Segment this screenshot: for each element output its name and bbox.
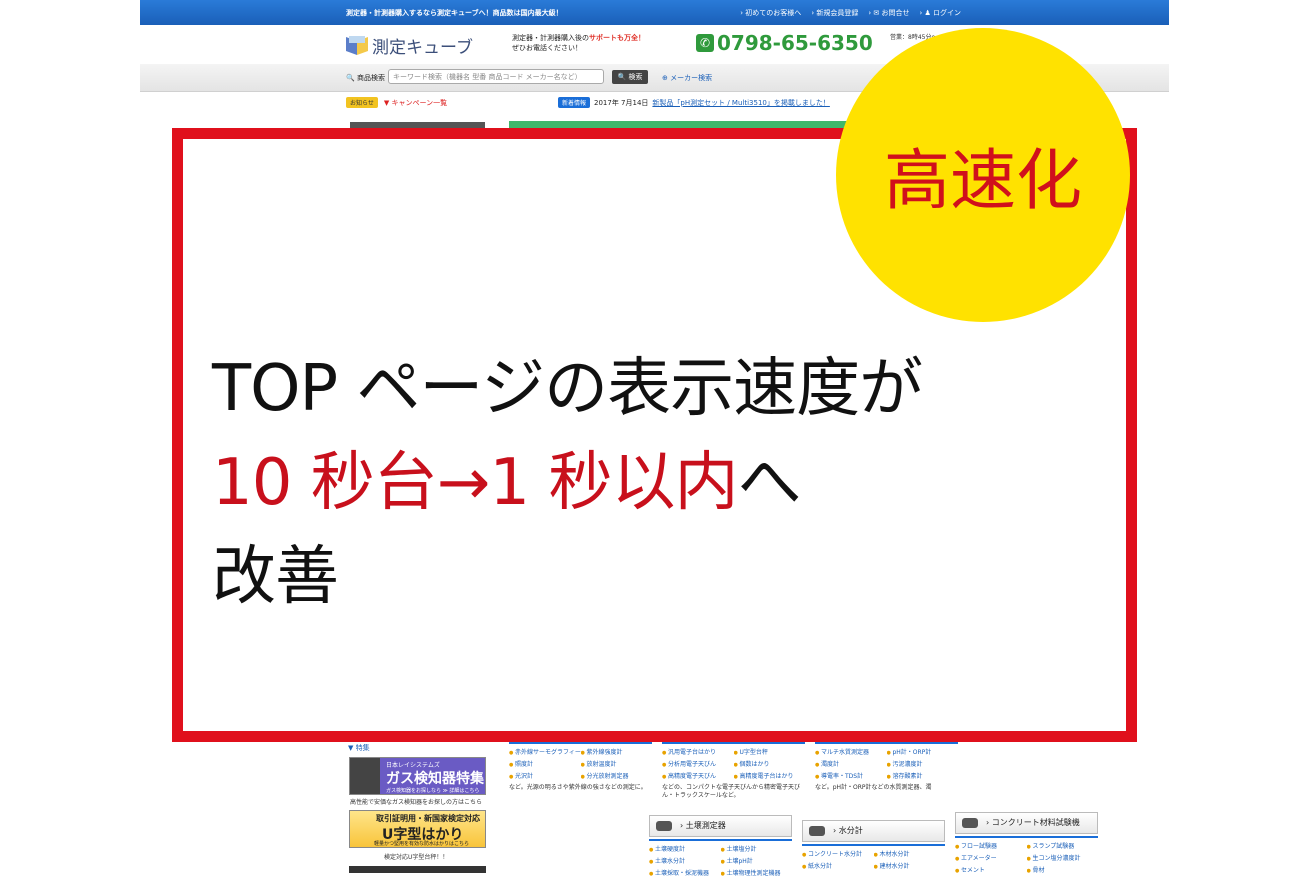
category-link[interactable]: 溶存酸素計	[887, 771, 959, 780]
link-login[interactable]: › ♟ ログイン	[919, 8, 961, 18]
logo-text: 測定キューブ	[372, 38, 473, 58]
category-link[interactable]: 汚泥濃度計	[887, 759, 959, 768]
maker-search-link[interactable]: ⊕ メーカー検索	[662, 73, 712, 83]
category-link[interactable]: 分光放射測定器	[581, 771, 653, 780]
campaign-link[interactable]: ▼ キャンペーン一覧	[384, 98, 447, 108]
category-link[interactable]: 照度計	[509, 759, 581, 768]
category-light-list: 赤外線サーモグラフィー 紫外線強度計 照度計 放射温度計 光沢計 分光放射測定器…	[509, 742, 652, 792]
link-register[interactable]: › 新規会員登録	[811, 8, 858, 18]
gas-detector-banner[interactable]: 日本レイシステムズ ガス検知器特集 ガス検知器をお探しなら ≫ 詳細はこちら	[349, 757, 486, 795]
category-link[interactable]: 濁度計	[815, 759, 887, 768]
top-bar: 測定器・計測器購入するなら測定キューブへ！商品数は国内最大級！ › 初めてのお客…	[140, 0, 1169, 25]
headline-line3: 改善	[212, 540, 339, 614]
category-desc: など。光源の明るさや紫外線の強さなどの測定に。	[509, 784, 647, 791]
link-contact[interactable]: › ✉ お問合せ	[868, 8, 909, 18]
category-link[interactable]: スランプ試験器	[1027, 841, 1099, 850]
search-label: 🔍 商品検索	[346, 74, 385, 82]
tagline: 測定器・計測器購入するなら測定キューブへ！商品数は国内最大級！	[346, 9, 563, 17]
meter-icon	[809, 826, 825, 836]
notice-row: お知らせ ▼ キャンペーン一覧	[346, 97, 447, 108]
category-moisture-list: コンクリート水分計 木材水分計 紙水分計 建材水分計	[802, 844, 945, 870]
news-row: 新着情報 2017年 7月14日 新製品「pH測定セット / Multi3510…	[558, 97, 830, 108]
link-first-visit[interactable]: › 初めてのお客様へ	[740, 8, 801, 18]
category-link[interactable]: 高精度電子天びん	[662, 771, 734, 780]
news-date: 2017年 7月14日	[594, 98, 649, 107]
category-link[interactable]: 汎用電子台はかり	[662, 747, 734, 756]
banner1-sub: ガス検知器をお探しなら ≫ 詳細はこちら	[386, 788, 480, 794]
probe-icon	[656, 821, 672, 831]
category-link[interactable]: マルチ水質測定器	[815, 747, 887, 756]
search-button[interactable]: 🔍 検索	[612, 70, 648, 84]
banner2-sub: 軽量かつ堅用を有効な防水はかりはこちら	[374, 841, 470, 847]
category-link[interactable]: 分析用電子天びん	[662, 759, 734, 768]
category-link[interactable]: 土壌塩分計	[721, 844, 793, 853]
category-soil-list: 土壌硬度計 土壌塩分計 土壌水分計 土壌pH計 土壌採取・採泥機器 土壌物理性測…	[649, 839, 792, 877]
speedup-badge-text: 高速化	[884, 142, 1082, 219]
feature-title: ▼ 特集	[348, 744, 370, 752]
overlay-headline: TOP ページの表示速度が 10 秒台→1 秒以内へ 改善	[212, 342, 923, 624]
news-badge: 新着情報	[558, 97, 591, 108]
category-link[interactable]: 生コン塩分濃度計	[1027, 853, 1099, 862]
moisture-meter-header[interactable]: › 水分計	[802, 820, 945, 842]
concrete-tester-title: コンクリート材料試験機	[991, 818, 1080, 827]
info-badge: お知らせ	[346, 97, 378, 108]
soil-meter-header[interactable]: › 土壌測定器	[649, 815, 792, 837]
tester-icon	[962, 818, 978, 828]
headline-highlight: 10 秒台→1 秒以内	[212, 446, 738, 520]
support-message: 測定器・計測器購入後のサポートも万全！ ぜひお電話ください！	[512, 33, 645, 53]
support-line2: ぜひお電話ください！	[512, 44, 582, 52]
category-link[interactable]: 光沢計	[509, 771, 581, 780]
top-links: › 初めてのお客様へ › 新規会員登録 › ✉ お問合せ › ♟ ログイン	[740, 8, 961, 18]
concrete-tester-header[interactable]: › コンクリート材料試験機	[955, 812, 1098, 834]
headline-line1: TOP ページの表示速度が	[212, 352, 923, 426]
soil-meter-title: 土壌測定器	[685, 821, 726, 830]
news-link[interactable]: 新製品「pH測定セット / Multi3510」を掲載しました！	[652, 98, 829, 108]
category-link[interactable]: 高精度電子台はかり	[734, 771, 806, 780]
category-link[interactable]: 導電率・TDS計	[815, 771, 887, 780]
banner2-caption: 検定対応U字型台秤！！	[384, 854, 449, 861]
category-link[interactable]: 赤外線サーモグラフィー	[509, 747, 581, 756]
headline-line2-tail: へ	[737, 446, 801, 520]
category-desc: などの、コンパクトな電子天びんから精密電子天びん・トラックスケールなど。	[662, 784, 801, 799]
category-link[interactable]: 建材水分計	[874, 861, 946, 870]
category-link[interactable]: pH計・ORP計	[887, 747, 959, 756]
next-banner[interactable]	[349, 866, 486, 873]
category-link[interactable]: 放射温度計	[581, 759, 653, 768]
category-link[interactable]: 土壌硬度計	[649, 844, 721, 853]
category-link[interactable]: 紙水分計	[802, 861, 874, 870]
u-scale-banner[interactable]: 取引証明用・新国家検定対応 U字型はかり 軽量かつ堅用を有効な防水はかりはこちら	[349, 810, 486, 848]
moisture-meter-title: 水分計	[838, 826, 863, 835]
category-scale-list: 汎用電子台はかり U字型台秤 分析用電子天びん 個数はかり 高精度電子天びん 高…	[662, 742, 805, 800]
category-link[interactable]: U字型台秤	[734, 747, 806, 756]
cube-logo-icon	[346, 35, 368, 56]
category-link[interactable]: 紫外線強度計	[581, 747, 653, 756]
search-input[interactable]: キーワード検索（機器名 型番 商品コード メーカー名など）	[388, 69, 604, 84]
headline-line2: 10 秒台→1 秒以内へ	[212, 436, 922, 530]
banner2-title1: 取引証明用・新国家検定対応	[376, 814, 480, 823]
support-line1: 測定器・計測器購入後の	[512, 34, 589, 42]
category-water-list: マルチ水質測定器 pH計・ORP計 濁度計 汚泥濃度計 導電率・TDS計 溶存酸…	[815, 742, 958, 792]
phone-icon: ✆	[696, 34, 714, 52]
category-link[interactable]: エアメーター	[955, 853, 1027, 862]
banner1-caption: 高性能で安価なガス検知器をお探しの方はこちら	[350, 799, 483, 806]
category-link[interactable]: 土壌水分計	[649, 856, 721, 865]
site-logo[interactable]: 測定キューブ	[346, 33, 473, 58]
support-highlight: サポートも万全！	[589, 34, 645, 42]
category-desc: など。pH計・ORP計などの水質測定器、濁	[815, 784, 932, 791]
category-link[interactable]: 土壌pH計	[721, 856, 793, 865]
category-link[interactable]: 木材水分計	[874, 849, 946, 858]
category-concrete-list: フロー試験器 スランプ試験器 エアメーター 生コン塩分濃度計 セメント 骨材	[955, 836, 1098, 874]
category-link[interactable]: 個数はかり	[734, 759, 806, 768]
banner1-title: ガス検知器特集	[386, 771, 484, 787]
category-link[interactable]: コンクリート水分計	[802, 849, 874, 858]
category-link[interactable]: フロー試験器	[955, 841, 1027, 850]
